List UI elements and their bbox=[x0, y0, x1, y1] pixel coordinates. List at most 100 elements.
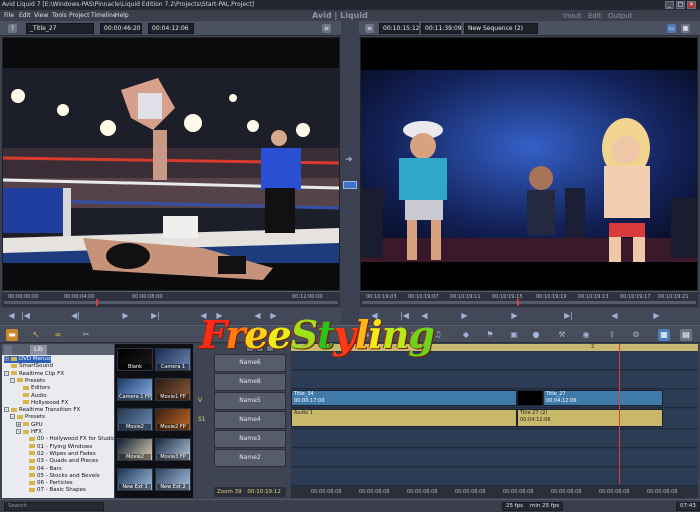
keyframe-icon[interactable]: ◆ bbox=[460, 329, 472, 341]
track-header[interactable]: Name5 bbox=[214, 392, 286, 410]
timeline-lane[interactable] bbox=[291, 449, 698, 467]
workspace-output[interactable]: Output bbox=[608, 12, 632, 20]
record-play-icon[interactable]: ▶ bbox=[459, 311, 470, 321]
record-icon[interactable]: ● bbox=[530, 329, 542, 341]
source-monitor[interactable] bbox=[2, 37, 340, 291]
library-tree-item[interactable]: Audio bbox=[16, 393, 47, 400]
library-tree-item[interactable]: - Realtime Clip FX bbox=[4, 370, 64, 378]
maximize-button[interactable]: □ bbox=[676, 1, 685, 9]
library-tree-item[interactable]: 04 - Bars bbox=[22, 466, 62, 473]
tools-icon[interactable]: ⚒ bbox=[556, 329, 568, 341]
source-play-icon[interactable]: ▶ bbox=[120, 311, 131, 321]
link-icon[interactable]: ∞ bbox=[52, 329, 64, 341]
video-clip[interactable]: Title_34 00:00:17:00 bbox=[291, 390, 517, 406]
source-clip-select[interactable]: _Title_27 bbox=[26, 23, 94, 34]
video-clip[interactable]: Title_27 00:04:12:06 bbox=[543, 390, 663, 406]
menu-view[interactable]: View bbox=[34, 12, 48, 19]
collapse-icon[interactable]: - bbox=[10, 377, 15, 383]
record-options-icon[interactable]: ▦ bbox=[681, 24, 690, 33]
menu-edit[interactable]: Edit bbox=[19, 12, 31, 19]
minimize-button[interactable]: _ bbox=[665, 1, 674, 9]
effect-thumbnail[interactable]: Movie2 bbox=[117, 438, 153, 461]
record-lift-icon[interactable]: ◀ bbox=[609, 311, 620, 321]
effect-thumbnail[interactable]: Movie3 FP bbox=[155, 438, 191, 461]
close-button[interactable]: × bbox=[687, 1, 696, 9]
collapse-icon[interactable]: - bbox=[4, 370, 9, 376]
track-header[interactable]: Name2 bbox=[214, 449, 286, 467]
library-tree-item[interactable]: + GPU bbox=[16, 421, 43, 429]
pointer-icon[interactable]: ↖ bbox=[30, 329, 42, 341]
source-menu-icon[interactable]: ≡ bbox=[322, 24, 331, 33]
collapse-icon[interactable]: - bbox=[4, 407, 9, 413]
folder-icon[interactable]: ▬ bbox=[6, 329, 18, 341]
library-tree-item[interactable]: - Realtime Transition FX bbox=[4, 407, 80, 414]
timeline-lane[interactable]: Audio 1 Title 27 (2) 00:04:12:06 bbox=[291, 409, 698, 429]
library-tree-item[interactable]: 03 - Quads and Pieces bbox=[22, 458, 98, 465]
workspace-edit[interactable]: Edit bbox=[588, 12, 602, 20]
match-frame-icon[interactable]: ➜ bbox=[345, 155, 353, 165]
render-icon[interactable]: ▣ bbox=[508, 329, 520, 341]
timeline-lane[interactable]: Title_34 00:00:17:00 Title_27 00:04:12:0… bbox=[291, 390, 698, 408]
view-toggle-icon[interactable]: ▤ bbox=[680, 329, 692, 341]
workspace-inout[interactable]: Inout bbox=[563, 12, 581, 20]
timeline-playhead[interactable] bbox=[619, 344, 621, 484]
track-header[interactable]: Name8 bbox=[214, 373, 286, 391]
sequence-select[interactable]: New Sequence (2) bbox=[464, 23, 538, 34]
source-playhead[interactable] bbox=[95, 299, 98, 306]
layout-icon[interactable]: ▦ bbox=[658, 329, 670, 341]
collapse-icon[interactable]: - bbox=[10, 414, 15, 420]
menu-file[interactable]: File bbox=[4, 12, 14, 19]
library-tree-item[interactable]: Editors bbox=[16, 385, 50, 392]
effect-thumbnail[interactable]: New Ext 1 bbox=[117, 468, 153, 491]
library-tree-item[interactable]: 06 - Particles bbox=[22, 480, 73, 487]
mark-in-icon[interactable]: ◀ bbox=[6, 311, 17, 321]
export-icon[interactable]: ⇪ bbox=[606, 329, 618, 341]
tab-project[interactable] bbox=[4, 345, 12, 355]
menu-timeline[interactable]: Timeline bbox=[91, 12, 117, 19]
library-tree-item[interactable]: Hollywood FX bbox=[16, 400, 68, 407]
record-menu-icon[interactable]: ≡ bbox=[365, 24, 374, 33]
library-tree-item[interactable]: - Presets bbox=[10, 377, 45, 385]
timeline-position-tc[interactable]: 00:10:19:12 bbox=[247, 489, 281, 495]
razor-icon[interactable]: ✂ bbox=[80, 329, 92, 341]
search-input[interactable]: Search bbox=[4, 502, 104, 511]
zoom-value[interactable]: 39 bbox=[235, 489, 242, 495]
go-to-out-icon[interactable]: ▶| bbox=[150, 311, 161, 321]
library-tree-item[interactable]: - Presets bbox=[10, 414, 45, 421]
library-tree-item[interactable]: - HFX bbox=[16, 429, 42, 436]
record-playhead[interactable] bbox=[516, 299, 519, 306]
effect-thumbnail[interactable]: Movie1 FP bbox=[155, 378, 191, 401]
menu-tools[interactable]: Tools bbox=[52, 12, 67, 19]
track-header[interactable]: Name3 bbox=[214, 430, 286, 448]
record-duration-tc[interactable]: 00:10:15:12 bbox=[379, 23, 420, 34]
timeline[interactable]: 2 Title_34 00:00:17:00 Title_27 00:04:12… bbox=[291, 344, 698, 498]
effect-thumbnail[interactable]: Movie2 bbox=[117, 408, 153, 431]
track-patch[interactable]: V bbox=[198, 397, 202, 404]
timeline-lane[interactable] bbox=[291, 468, 698, 486]
effect-thumbnail[interactable]: Camera 1 bbox=[155, 348, 191, 371]
record-step-fwd-icon[interactable]: ▶ bbox=[509, 311, 520, 321]
record-extract-icon[interactable]: ▶ bbox=[651, 311, 662, 321]
library-tree-item[interactable]: SmartSound bbox=[4, 363, 53, 370]
library-tree-item[interactable]: 07 - Basic Shapes bbox=[22, 487, 86, 494]
library-tree-item[interactable]: 02 - Wipes and Fades bbox=[22, 451, 96, 458]
menu-project[interactable]: Project bbox=[69, 12, 90, 19]
record-position-tc[interactable]: 00:11:39:09 bbox=[421, 23, 462, 34]
effect-thumbnail[interactable]: Camera 1 FP bbox=[117, 378, 153, 401]
source-duration-tc[interactable]: 00:00:46:20 bbox=[100, 23, 142, 34]
step-back-icon[interactable]: ◀| bbox=[70, 311, 81, 321]
library-tree-item[interactable]: 01 - Flying Windows bbox=[22, 444, 92, 451]
library-tree-item[interactable]: 05 - Stocks and Bevels bbox=[22, 473, 100, 480]
timeline-lane[interactable] bbox=[291, 430, 698, 448]
effect-thumbnail[interactable]: New Ext 2 bbox=[155, 468, 191, 491]
record-monitor[interactable] bbox=[360, 37, 698, 291]
settings-icon[interactable]: ⚙ bbox=[630, 329, 642, 341]
help-icon[interactable]: ? bbox=[8, 24, 17, 33]
collapse-icon[interactable]: - bbox=[16, 429, 21, 434]
burn-icon[interactable]: ◉ bbox=[580, 329, 592, 341]
track-header[interactable]: Name4 bbox=[214, 411, 286, 429]
menu-help[interactable]: Help bbox=[115, 12, 129, 19]
marker-icon[interactable]: ⚑ bbox=[484, 329, 496, 341]
monitor-icon[interactable]: ▭ bbox=[667, 24, 676, 33]
record-go-out-icon[interactable]: ▶| bbox=[563, 311, 574, 321]
